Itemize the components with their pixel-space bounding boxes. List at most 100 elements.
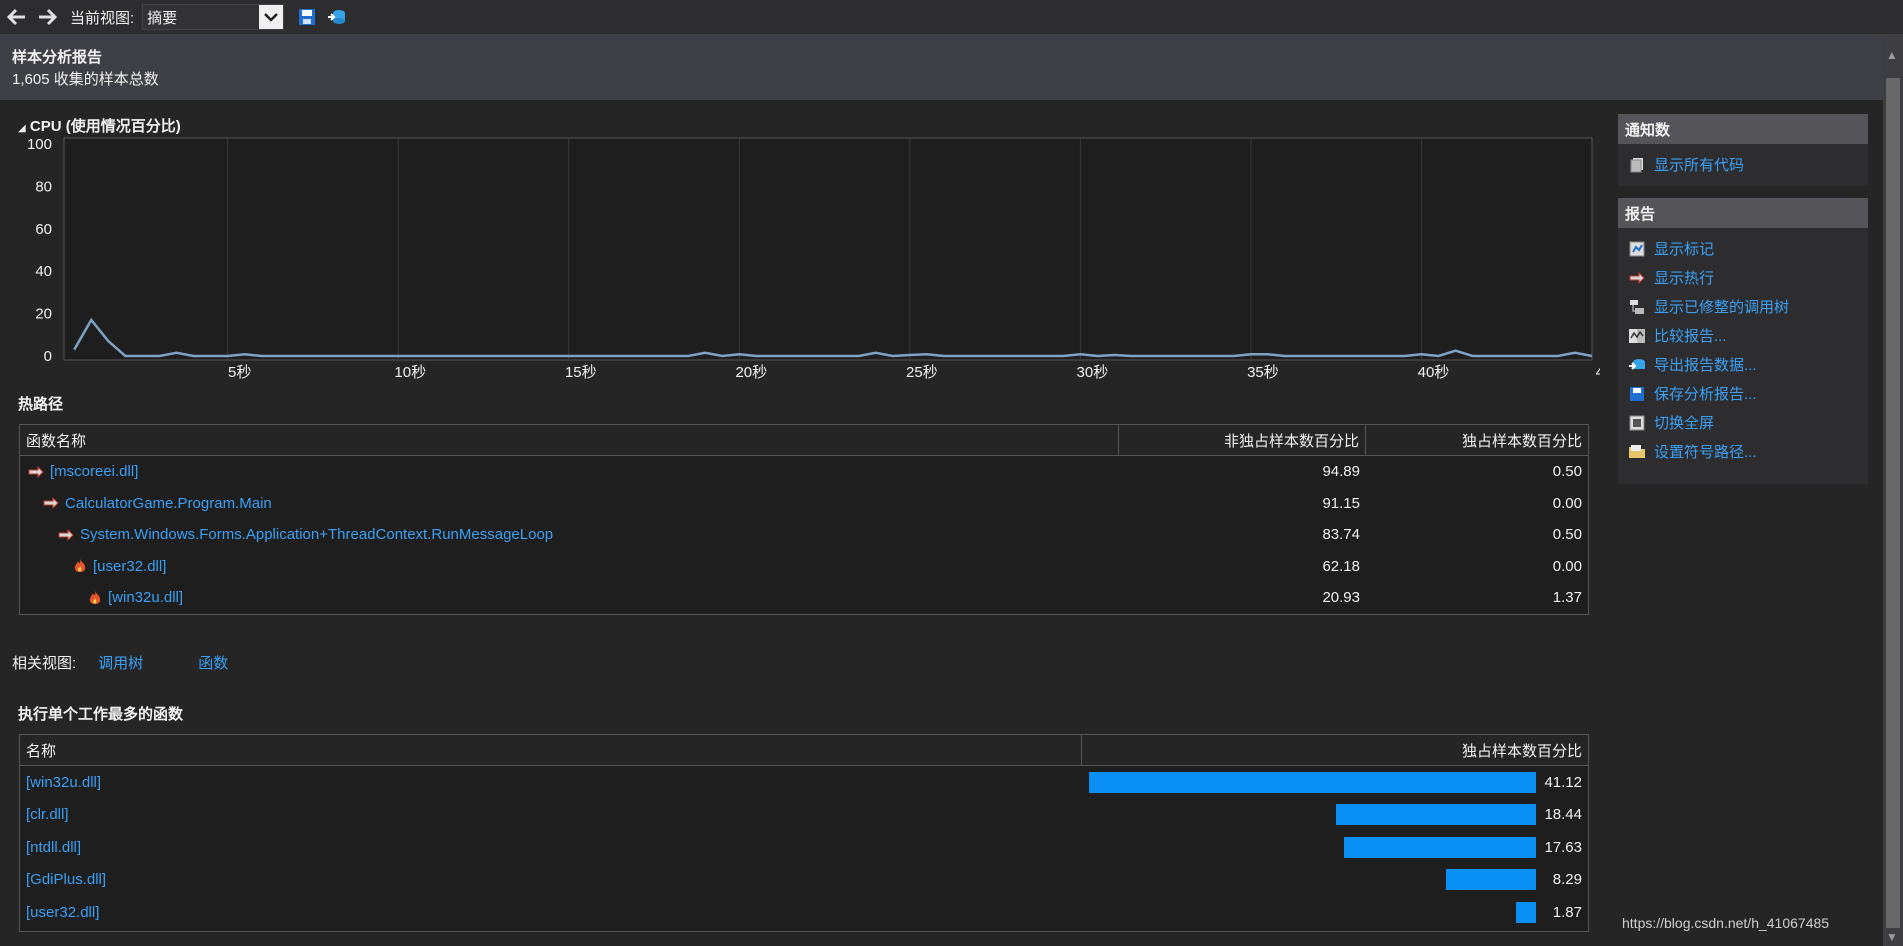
- panel-link[interactable]: 保存分析报告...: [1618, 379, 1868, 408]
- exclusive-percent: 0.50: [1552, 526, 1582, 544]
- marks-icon: [1628, 240, 1646, 258]
- table-row[interactable]: [user32.dll] 62.18 0.00: [20, 551, 1588, 583]
- hot-path-arrow-icon: [58, 528, 74, 541]
- vertical-scrollbar[interactable]: ▲ ▼: [1883, 34, 1903, 946]
- scroll-thumb[interactable]: [1886, 78, 1900, 928]
- exclusive-percent: 1.87: [1552, 903, 1582, 921]
- y-tick-label: 60: [35, 221, 52, 238]
- watermark-url: https://blog.csdn.net/h_41067485: [1622, 915, 1830, 931]
- x-tick-label: 45: [1596, 364, 1600, 380]
- column-exclusive-percent[interactable]: 独占样本数百分比: [1082, 735, 1588, 765]
- function-link[interactable]: [ntdll.dll]: [26, 839, 81, 856]
- scroll-up-icon[interactable]: ▲: [1886, 48, 1898, 62]
- x-tick-label: 15秒: [565, 364, 597, 380]
- hot-path-title: 热路径: [18, 396, 64, 413]
- save-icon: [299, 9, 316, 25]
- exclusive-percent: 0.00: [1552, 494, 1582, 512]
- column-exclusive-percent[interactable]: 独占样本数百分比: [1366, 425, 1588, 455]
- exclusive-percent: 1.37: [1552, 589, 1582, 607]
- panel-link[interactable]: 导出报告数据...: [1618, 350, 1868, 379]
- table-row[interactable]: [GdiPlus.dll] 8.29: [20, 864, 1588, 897]
- x-tick-label: 35秒: [1247, 364, 1279, 380]
- table-row[interactable]: [win32u.dll] 41.12: [20, 766, 1588, 799]
- panel-link[interactable]: 显示所有代码: [1618, 150, 1868, 179]
- column-inclusive-percent[interactable]: 非独占样本数百分比: [1119, 425, 1366, 455]
- flame-icon: [73, 558, 87, 574]
- panel-link-label[interactable]: 显示所有代码: [1654, 154, 1744, 175]
- current-view-value: 摘要: [147, 9, 178, 27]
- table-row[interactable]: [ntdll.dll] 17.63: [20, 831, 1588, 864]
- function-link[interactable]: [user32.dll]: [93, 558, 166, 575]
- notifications-title: 通知数: [1618, 114, 1868, 144]
- toolbar: 当前视图: 摘要: [0, 0, 1903, 34]
- x-tick-label: 20秒: [735, 364, 767, 380]
- hot-path-header: 函数名称 非独占样本数百分比 独占样本数百分比: [20, 425, 1588, 456]
- x-tick-label: 10秒: [394, 364, 426, 380]
- reports-title: 报告: [1618, 198, 1868, 228]
- exclusive-percent: 0.50: [1552, 463, 1582, 481]
- panel-link[interactable]: 切换全屏: [1618, 408, 1868, 437]
- y-tick-label: 20: [35, 306, 52, 323]
- exclusive-percent: 17.63: [1544, 838, 1582, 856]
- panel-link[interactable]: 显示标记: [1618, 234, 1868, 263]
- table-row[interactable]: [mscoreei.dll] 94.89 0.50: [20, 456, 1588, 488]
- panel-link-label[interactable]: 显示热行: [1654, 267, 1714, 288]
- panel-link-label[interactable]: 显示标记: [1654, 238, 1714, 259]
- panel-link[interactable]: 显示热行: [1618, 263, 1868, 292]
- table-row[interactable]: [user32.dll] 1.87: [20, 896, 1588, 929]
- function-link[interactable]: CalculatorGame.Program.Main: [65, 495, 272, 512]
- arrow-right-icon: [39, 8, 57, 26]
- function-link[interactable]: [clr.dll]: [26, 806, 69, 823]
- panel-link[interactable]: 比较报告...: [1618, 321, 1868, 350]
- scroll-down-icon[interactable]: ▼: [1886, 930, 1898, 944]
- table-row[interactable]: System.Windows.Forms.Application+ThreadC…: [20, 519, 1588, 551]
- function-link[interactable]: [win32u.dll]: [108, 589, 183, 606]
- table-row[interactable]: [clr.dll] 18.44: [20, 799, 1588, 832]
- value-bar: [1335, 804, 1536, 826]
- call-tree-link[interactable]: 调用树: [98, 652, 143, 673]
- hot-lines-icon: [1628, 269, 1646, 287]
- panel-link-label[interactable]: 显示已修整的调用树: [1654, 296, 1789, 317]
- panel-link-label[interactable]: 设置符号路径...: [1654, 441, 1757, 462]
- top-functions-table: 名称 独占样本数百分比 [win32u.dll] 41.12 [clr.dll] 18…: [19, 734, 1589, 932]
- current-view-select[interactable]: 摘要: [142, 4, 285, 30]
- panel-link[interactable]: 显示已修整的调用树: [1618, 292, 1868, 321]
- value-bar: [1515, 901, 1536, 923]
- column-name[interactable]: 名称: [20, 735, 1082, 765]
- related-views: 相关视图: 调用树 函数: [12, 652, 228, 673]
- function-link[interactable]: System.Windows.Forms.Application+ThreadC…: [80, 526, 553, 543]
- fullscreen-icon: [1628, 414, 1646, 432]
- y-tick-label: 40: [35, 263, 52, 280]
- y-tick-label: 0: [44, 348, 52, 365]
- notifications-panel: 通知数 显示所有代码: [1618, 114, 1868, 186]
- value-bar: [1089, 771, 1536, 793]
- panel-link-label[interactable]: 切换全屏: [1654, 412, 1714, 433]
- export-view-button[interactable]: [324, 4, 350, 30]
- function-link[interactable]: [user32.dll]: [26, 904, 99, 921]
- arrow-left-icon: [7, 8, 25, 26]
- panel-link[interactable]: 设置符号路径...: [1618, 437, 1868, 466]
- inclusive-percent: 94.89: [1322, 463, 1360, 481]
- functions-link[interactable]: 函数: [198, 652, 228, 673]
- compare-icon: [1628, 327, 1646, 345]
- exclusive-percent: 8.29: [1552, 871, 1582, 889]
- save-view-button[interactable]: [294, 4, 320, 30]
- function-link[interactable]: [GdiPlus.dll]: [26, 871, 106, 888]
- panel-link-label[interactable]: 导出报告数据...: [1654, 354, 1757, 375]
- panel-link-label[interactable]: 保存分析报告...: [1654, 383, 1757, 404]
- table-row[interactable]: CalculatorGame.Program.Main 91.15 0.00: [20, 488, 1588, 520]
- function-link[interactable]: [mscoreei.dll]: [50, 463, 138, 480]
- table-row[interactable]: [win32u.dll] 20.93 1.37: [20, 582, 1588, 614]
- x-tick-label: 5秒: [228, 364, 251, 380]
- report-title: 样本分析报告: [12, 49, 103, 66]
- chevron-down-icon[interactable]: [259, 5, 284, 29]
- back-button[interactable]: [4, 4, 30, 30]
- exclusive-percent: 18.44: [1544, 806, 1582, 824]
- hot-path-arrow-icon: [28, 465, 44, 478]
- panel-link-label[interactable]: 比较报告...: [1654, 325, 1727, 346]
- report-header: 样本分析报告 1,605 收集的样本总数: [0, 34, 1883, 100]
- function-link[interactable]: [win32u.dll]: [26, 774, 101, 791]
- column-function-name[interactable]: 函数名称: [20, 425, 1119, 455]
- forward-button[interactable]: [34, 4, 60, 30]
- save-icon: [1628, 385, 1646, 403]
